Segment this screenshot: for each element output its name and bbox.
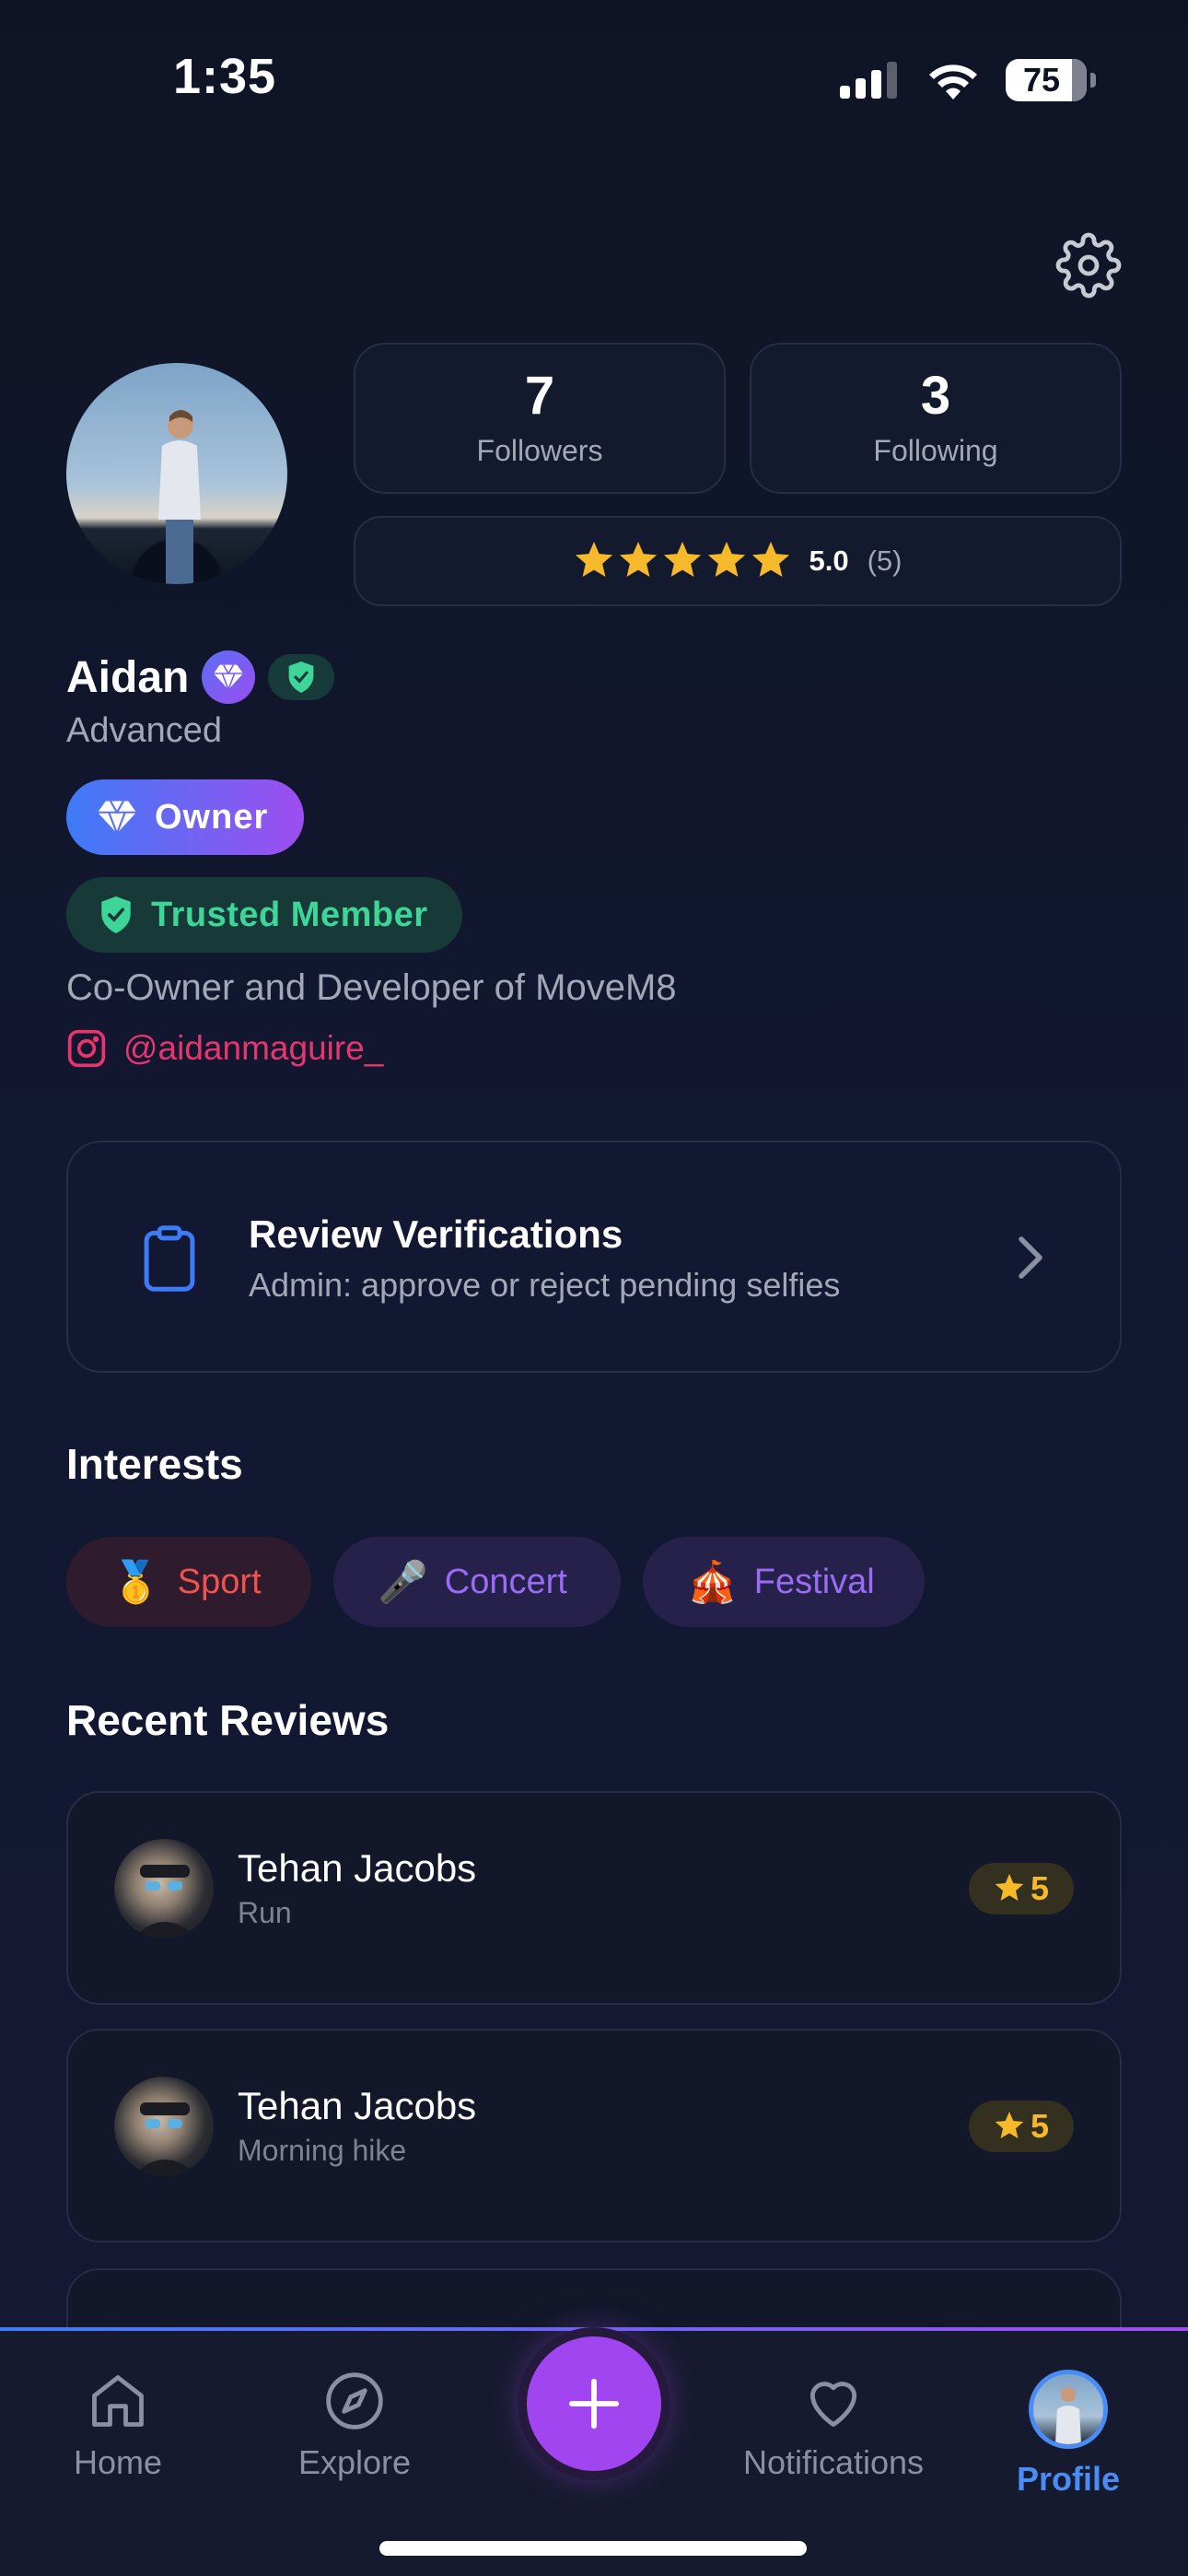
interest-label: Festival (753, 1562, 875, 1601)
tab-profile[interactable]: Profile (1013, 2370, 1124, 2499)
tab-notifications[interactable]: Notifications (728, 2370, 939, 2482)
reviewer-photo (133, 1865, 199, 1938)
medal-icon: 🥇 (111, 1559, 161, 1606)
experience-level: Advanced (66, 711, 223, 750)
interest-chip-sport[interactable]: 🥇 Sport (66, 1537, 311, 1627)
settings-gear-icon[interactable] (1055, 232, 1122, 299)
signal-icon (840, 62, 897, 99)
rating-card[interactable]: 5.0 (5) (354, 516, 1122, 606)
owner-badge-label: Owner (155, 797, 269, 837)
profile-tab-avatar (1029, 2370, 1108, 2449)
interests-title: Interests (66, 1440, 243, 1488)
review-card[interactable]: Tehan Jacobs Run 5 (66, 1791, 1122, 2005)
instagram-handle: @aidanmaguire_ (123, 1029, 384, 1067)
home-icon (92, 2375, 144, 2427)
circus-tent-icon: 🎪 (687, 1559, 738, 1606)
shield-check-icon (288, 662, 314, 693)
following-count: 3 (920, 365, 951, 426)
star-icon (707, 542, 745, 577)
review-rating-badge: 5 (969, 2101, 1074, 2152)
tab-explore[interactable]: Explore (293, 2370, 416, 2482)
tab-home[interactable]: Home (70, 2370, 166, 2482)
followers-card[interactable]: 7 Followers (354, 343, 726, 494)
star-icon (995, 2112, 1024, 2138)
wifi-icon (929, 64, 977, 100)
trusted-member-badge: Trusted Member (66, 877, 462, 953)
star-icon (663, 542, 701, 577)
interest-chip-festival[interactable]: 🎪 Festival (643, 1537, 925, 1627)
home-indicator (379, 2541, 807, 2556)
avatar-photo (158, 410, 201, 584)
interest-label: Concert (444, 1562, 567, 1601)
reviewer-photo (133, 2102, 199, 2176)
interest-chip-concert[interactable]: 🎤 Concert (333, 1537, 621, 1627)
profile-screen: 1:35 75 7 Followers 3 Following 5.0 (5) … (0, 0, 1188, 2576)
reviewer-avatar (114, 2077, 214, 2176)
avatar-photo (1055, 2387, 1081, 2444)
profile-name: Aidan (66, 652, 190, 702)
reviewer-name: Tehan Jacobs (238, 1846, 477, 1890)
trusted-badge-label: Trusted Member (151, 895, 428, 934)
heart-icon (809, 2382, 857, 2427)
review-activity: Morning hike (238, 2134, 407, 2167)
rating-value: 5.0 (809, 544, 849, 577)
followers-count: 7 (524, 365, 555, 426)
star-icon (995, 1874, 1024, 1901)
profile-avatar[interactable] (66, 363, 287, 584)
instagram-icon (67, 1029, 106, 1068)
instagram-link[interactable]: @aidanmaguire_ (66, 1028, 383, 1069)
owner-gem-badge (202, 650, 256, 704)
review-card[interactable]: Tehan Jacobs Morning hike 5 (66, 2029, 1122, 2242)
interest-label: Sport (177, 1562, 262, 1601)
reviewer-avatar (114, 1839, 214, 1938)
star-icon (619, 542, 657, 577)
star-icon (575, 542, 612, 577)
verify-card-subtitle: Admin: approve or reject pending selfies (249, 1266, 841, 1304)
review-rating-value: 5 (1030, 1869, 1050, 1907)
diamond-icon (214, 664, 244, 690)
following-card[interactable]: 3 Following (750, 343, 1122, 494)
star-icon (751, 542, 789, 577)
microphone-icon: 🎤 (378, 1559, 428, 1606)
followers-label: Followers (476, 433, 603, 467)
recent-reviews-title: Recent Reviews (66, 1696, 390, 1744)
review-verifications-card[interactable]: Review Verifications Admin: approve or r… (66, 1141, 1122, 1373)
status-icons: 75 (840, 55, 1096, 105)
tab-bar-accent-line (0, 2327, 1188, 2331)
compass-icon (326, 2372, 383, 2430)
status-time: 1:35 (173, 49, 277, 104)
tab-home-label: Home (73, 2443, 163, 2481)
rating-count: (5) (867, 544, 903, 577)
verified-shield-badge (268, 654, 335, 700)
diamond-icon (98, 801, 136, 834)
battery-level: 75 (1022, 61, 1061, 99)
reviewer-name: Tehan Jacobs (238, 2084, 477, 2127)
following-label: Following (873, 433, 998, 467)
review-rating-badge: 5 (969, 1863, 1074, 1914)
verify-card-title: Review Verifications (249, 1212, 623, 1256)
tab-profile-label: Profile (1016, 2460, 1121, 2498)
battery-indicator: 75 (1006, 59, 1096, 101)
plus-icon (568, 2378, 620, 2430)
review-rating-value: 5 (1030, 2107, 1050, 2145)
tab-notifications-label: Notifications (742, 2443, 925, 2481)
shield-check-icon (101, 896, 131, 933)
rating-stars (574, 542, 791, 580)
clipboard-icon (144, 1225, 195, 1292)
owner-badge: Owner (66, 779, 304, 855)
tab-explore-label: Explore (297, 2443, 412, 2481)
chevron-right-icon (1019, 1236, 1042, 1279)
review-activity: Run (238, 1896, 292, 1929)
create-activity-button[interactable] (527, 2336, 661, 2471)
name-row: Aidan (66, 647, 335, 708)
profile-bio: Co-Owner and Developer of MoveM8 (66, 967, 677, 1008)
